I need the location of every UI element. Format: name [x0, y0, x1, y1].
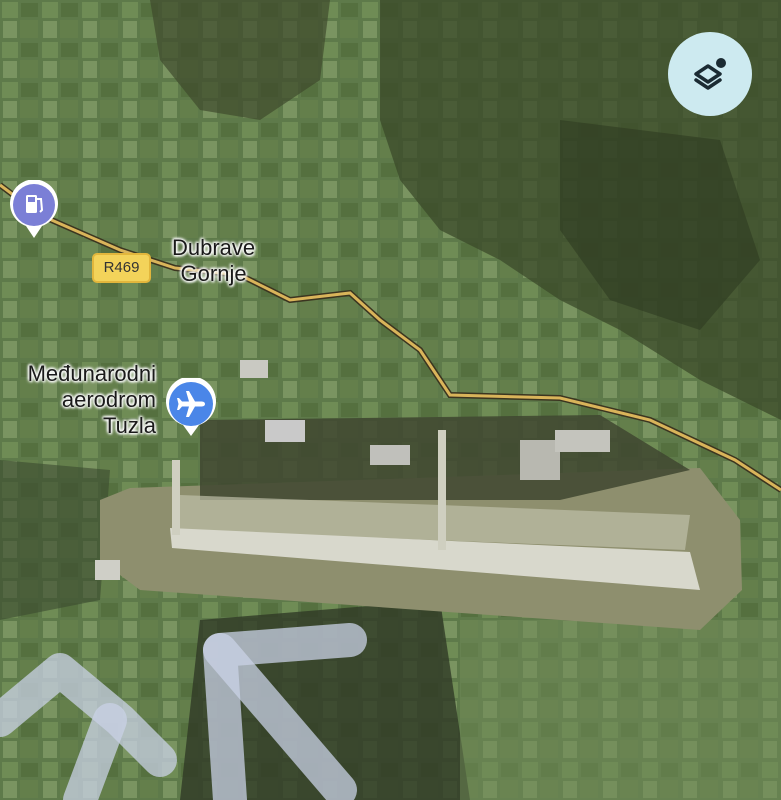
place-label-airport[interactable]: Međunarodni aerodrom Tuzla [0, 361, 156, 439]
place-label-line: Tuzla [103, 413, 156, 438]
airplane-icon [166, 376, 216, 436]
place-label-line: Međunarodni [27, 361, 156, 386]
layers-button[interactable] [668, 32, 752, 116]
gas-station-pin[interactable] [8, 179, 60, 240]
place-label-line: Dubrave [172, 235, 256, 260]
airport-pin[interactable] [164, 376, 218, 438]
place-label-line: aerodrom [61, 387, 156, 412]
place-label-line: Gornje [180, 261, 247, 286]
place-label-dubrave-gornje[interactable]: Dubrave Gornje [172, 235, 255, 287]
gas-station-icon [10, 179, 58, 238]
layers-icon [694, 58, 726, 90]
road-shield-r469: R469 [92, 253, 151, 283]
